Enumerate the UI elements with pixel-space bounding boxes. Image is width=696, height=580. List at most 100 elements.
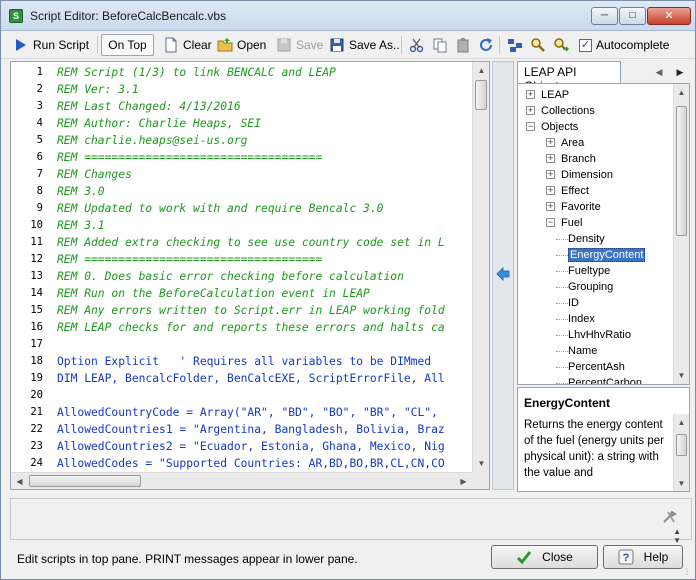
- tree-node[interactable]: EnergyContent: [568, 247, 646, 263]
- open-button[interactable]: Open: [213, 34, 270, 56]
- find-next-button[interactable]: [549, 34, 573, 56]
- on-top-toggle[interactable]: On Top: [101, 34, 154, 56]
- tree-scroll-down-icon[interactable]: ▼: [674, 367, 689, 384]
- tree-node[interactable]: LhvHhvRatio: [568, 327, 631, 343]
- tools-icon[interactable]: [661, 509, 677, 525]
- editor-hscroll-thumb[interactable]: [29, 475, 141, 487]
- tree-node[interactable]: Index: [568, 311, 595, 327]
- code-line[interactable]: Option Explicit ' Requires all variables…: [57, 353, 431, 370]
- cut-button[interactable]: [405, 34, 429, 56]
- help-button[interactable]: ? Help: [603, 545, 683, 569]
- tree-node[interactable]: Density: [568, 231, 605, 247]
- expand-icon[interactable]: +: [526, 90, 535, 99]
- code-line[interactable]: REM LEAP checks for and reports these er…: [57, 319, 445, 336]
- tree-node[interactable]: Name: [568, 343, 597, 359]
- save-as-button[interactable]: Save As..: [325, 34, 404, 56]
- run-script-button[interactable]: Run Script: [9, 34, 93, 56]
- code-line[interactable]: AllowedCountries1 = "Argentina, Banglade…: [57, 421, 445, 438]
- tree-node[interactable]: Grouping: [568, 279, 613, 295]
- code-line[interactable]: AllowedCountryCode = Array("AR", "BD", "…: [57, 404, 438, 421]
- expand-icon[interactable]: +: [546, 202, 555, 211]
- undo-button[interactable]: [474, 34, 498, 56]
- close-window-button[interactable]: ✕: [647, 7, 691, 25]
- save-button[interactable]: Save: [272, 34, 327, 56]
- tree-node-label: Index: [568, 313, 595, 325]
- object-browser-button[interactable]: [503, 34, 527, 56]
- find-button[interactable]: [526, 34, 550, 56]
- tree-node[interactable]: ID: [568, 295, 579, 311]
- clipboard-icon: [457, 38, 469, 53]
- line-number: 7: [36, 168, 43, 180]
- maximize-button[interactable]: □: [619, 7, 646, 25]
- minimize-button[interactable]: ─: [591, 7, 618, 25]
- code-line[interactable]: REM ===================================: [57, 251, 322, 268]
- tree-node[interactable]: Area: [561, 135, 584, 151]
- print-output-pane[interactable]: ▲ ▼: [10, 498, 692, 545]
- code-line[interactable]: AllowedCodes = "Supported Countries: AR,…: [57, 455, 445, 472]
- code-line[interactable]: REM Any errors written to Script.err in …: [57, 302, 445, 319]
- copy-button[interactable]: [428, 34, 452, 56]
- code-line[interactable]: REM Run on the BeforeCalculation event i…: [57, 285, 370, 302]
- tree-node[interactable]: Effect: [561, 183, 589, 199]
- tree-scroll-up-icon[interactable]: ▲: [674, 84, 689, 101]
- tree-scroll-thumb[interactable]: [676, 106, 687, 236]
- collapse-icon[interactable]: −: [546, 218, 555, 227]
- help-scroll-down-icon[interactable]: ▼: [674, 475, 689, 491]
- collapse-icon[interactable]: −: [526, 122, 535, 131]
- pane-splitter[interactable]: [492, 61, 514, 490]
- code-area[interactable]: REM Script (1/3) to link BENCALC and LEA…: [57, 62, 461, 472]
- resize-grip-icon[interactable]: ⋮: [683, 567, 693, 577]
- code-line[interactable]: REM Author: Charlie Heaps, SEI: [57, 115, 261, 132]
- expand-icon[interactable]: +: [526, 106, 535, 115]
- help-vertical-scrollbar[interactable]: ▲ ▼: [673, 414, 689, 491]
- script-editor[interactable]: 1 2 3 4 5 6 7 8 9 10 11 12 13 14 15 16 17 18 19 20 21 22 23 24 …: [10, 61, 490, 490]
- scroll-left-icon[interactable]: ◀: [11, 473, 28, 490]
- close-button[interactable]: Close: [491, 545, 598, 569]
- help-scroll-thumb[interactable]: [676, 434, 687, 456]
- expand-icon[interactable]: +: [546, 154, 555, 163]
- code-line[interactable]: REM Added extra checking to see use coun…: [57, 234, 445, 251]
- code-line[interactable]: REM 3.0: [57, 183, 105, 200]
- tree-node[interactable]: Collections: [541, 103, 595, 119]
- tab-leap-api-objects[interactable]: LEAP API Objects: [517, 61, 621, 93]
- tab-next-icon[interactable]: ▶: [671, 63, 689, 81]
- tab-prev-icon[interactable]: ◀: [650, 63, 668, 81]
- code-line[interactable]: REM 0. Does basic error checking before …: [57, 268, 404, 285]
- code-line[interactable]: REM Updated to work with and require Ben…: [57, 200, 383, 217]
- code-line[interactable]: REM 3.1: [57, 217, 105, 234]
- expand-icon[interactable]: +: [546, 170, 555, 179]
- tree-vertical-scrollbar[interactable]: ▲ ▼: [673, 84, 689, 384]
- code-line[interactable]: REM Ver: 3.1: [57, 81, 139, 98]
- code-line[interactable]: REM Script (1/3) to link BENCALC and LEA…: [57, 64, 336, 81]
- tree-node[interactable]: Objects: [541, 119, 578, 135]
- code-line[interactable]: REM ===================================: [57, 149, 322, 166]
- tree-node[interactable]: PercentCarbon: [568, 375, 642, 384]
- code-line[interactable]: REM Changes: [57, 166, 132, 183]
- tree-node[interactable]: Dimension: [561, 167, 613, 183]
- code-line[interactable]: REM charlie.heaps@sei-us.org: [57, 132, 247, 149]
- tree-node[interactable]: Fuel: [561, 215, 582, 231]
- help-scroll-up-icon[interactable]: ▲: [674, 414, 689, 431]
- paste-button[interactable]: [451, 34, 475, 56]
- editor-scroll-thumb[interactable]: [475, 80, 487, 110]
- expand-icon[interactable]: +: [546, 186, 555, 195]
- scroll-right-icon[interactable]: ▶: [455, 473, 472, 490]
- code-line[interactable]: REM Last Changed: 4/13/2016: [57, 98, 241, 115]
- code-line[interactable]: AllowedCountries2 = "Ecuador, Estonia, G…: [57, 438, 445, 455]
- editor-horizontal-scrollbar[interactable]: ◀ ▶: [11, 472, 472, 489]
- tree-node[interactable]: LEAP: [541, 87, 569, 103]
- tree-node[interactable]: Branch: [561, 151, 596, 167]
- editor-vertical-scrollbar[interactable]: ▲ ▼: [472, 62, 489, 472]
- tree-node[interactable]: Fueltype: [568, 263, 610, 279]
- code-line[interactable]: DIM LEAP, BencalcFolder, BenCalcEXE, Scr…: [57, 370, 445, 387]
- scroll-down-icon[interactable]: ▼: [473, 455, 490, 472]
- autocomplete-checkbox[interactable]: ✓ Autocomplete: [575, 34, 673, 56]
- tree-node[interactable]: Favorite: [561, 199, 601, 215]
- expand-icon[interactable]: +: [546, 138, 555, 147]
- api-object-tree[interactable]: + LEAP + Collections − Objects + Area + Branch + Di…: [517, 83, 690, 385]
- scroll-up-icon[interactable]: ▲: [473, 62, 490, 79]
- arrow-left-icon[interactable]: [496, 267, 510, 281]
- line-number-gutter: 1 2 3 4 5 6 7 8 9 10 11 12 13 14 15 16 17 18 19 20 21 22 23 24: [11, 62, 57, 472]
- clear-button[interactable]: Clear: [159, 34, 216, 56]
- tree-node[interactable]: PercentAsh: [568, 359, 625, 375]
